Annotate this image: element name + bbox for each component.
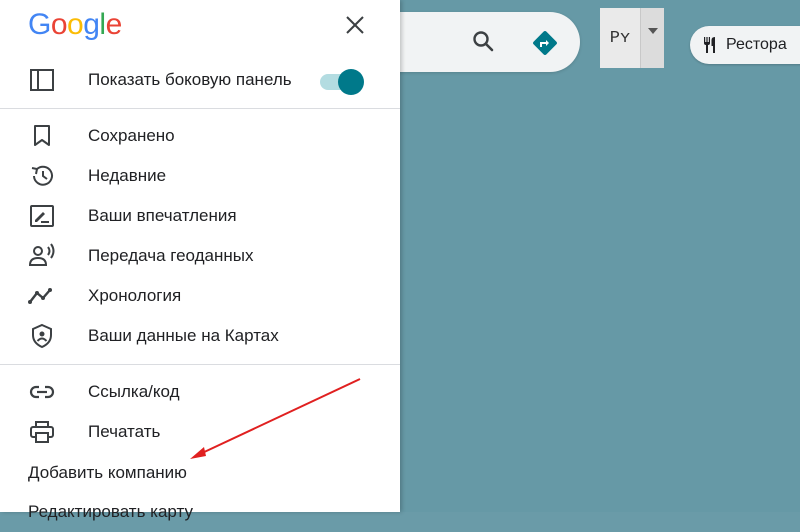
menu-item-label: Хронология [88, 286, 182, 305]
menu-item-label: Сохранено [88, 126, 175, 145]
history-icon [28, 162, 56, 190]
language-dropdown-button[interactable] [640, 8, 664, 68]
directions-button[interactable] [528, 26, 562, 60]
menu-item-contributions[interactable]: Ваши впечатления [0, 196, 400, 236]
language-selector[interactable]: Рʏ [600, 8, 664, 68]
menu-item-label: Ваши данные на Картах [88, 326, 279, 345]
chip-label: Рестора [726, 36, 787, 53]
menu-item-label: Редактировать карту [28, 502, 193, 521]
toggle-knob [338, 69, 364, 95]
shield-icon [28, 322, 56, 350]
directions-icon [533, 31, 557, 55]
restaurants-chip[interactable]: Рестора [690, 26, 800, 64]
menu-item-your-data[interactable]: Ваши данные на Картах [0, 316, 400, 356]
side-menu: Google Показать боковую панель Сохранено [0, 0, 400, 521]
chevron-down-icon [647, 28, 658, 34]
divider [0, 364, 400, 365]
location-sharing-icon [28, 242, 56, 270]
link-icon [28, 378, 56, 406]
menu-item-print[interactable]: Печатать [0, 412, 400, 452]
show-sidebar-label: Показать боковую панель [88, 70, 292, 89]
timeline-icon [28, 282, 56, 310]
menu-item-label: Ваши впечатления [88, 206, 237, 225]
search-icon [473, 31, 494, 52]
menu-item-saved[interactable]: Сохранено [0, 116, 400, 156]
menu-item-label: Недавние [88, 166, 167, 185]
language-label: Рʏ [609, 28, 631, 48]
close-menu-button[interactable] [340, 10, 370, 40]
menu-item-location-sharing[interactable]: Передача геоданных [0, 236, 400, 276]
show-sidebar-toggle[interactable] [318, 66, 364, 96]
search-button[interactable] [466, 24, 500, 58]
menu-item-edit-map[interactable]: Редактировать карту [0, 492, 400, 532]
restaurant-icon [702, 36, 718, 54]
menu-item-label: Добавить компанию [28, 463, 187, 482]
contributions-icon [28, 202, 56, 230]
menu-item-label: Печатать [88, 422, 161, 441]
menu-item-label: Ссылка/код [88, 382, 180, 401]
bookmark-icon [28, 122, 56, 150]
print-icon [28, 418, 56, 446]
divider [0, 108, 400, 109]
sidebar-icon [28, 66, 56, 94]
menu-item-add-business[interactable]: Добавить компанию [0, 453, 400, 493]
menu-item-recent[interactable]: Недавние [0, 156, 400, 196]
close-icon [346, 16, 364, 34]
menu-item-link[interactable]: Ссылка/код [0, 372, 400, 412]
google-logo: Google [28, 8, 122, 41]
menu-item-label: Передача геоданных [88, 246, 254, 265]
menu-item-timeline[interactable]: Хронология [0, 276, 400, 316]
